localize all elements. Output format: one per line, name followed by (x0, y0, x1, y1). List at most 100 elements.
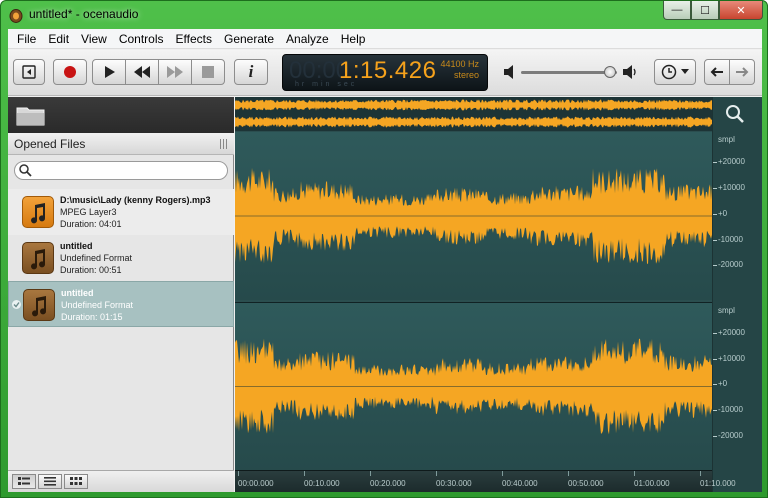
play-button[interactable] (92, 59, 126, 85)
sample-rate-display: 44100 Hz stereo (440, 59, 479, 81)
file-duration: Duration: 00:51 (60, 265, 122, 275)
folder-icon[interactable] (16, 104, 46, 126)
music-note-icon (22, 242, 54, 274)
timeline-tick (502, 471, 503, 476)
back-button[interactable] (704, 59, 730, 85)
menu-view[interactable]: View (75, 32, 113, 46)
timeline-label: 00:30.000 (436, 479, 472, 488)
file-format: Undefined Format (61, 300, 134, 310)
overview-strip (235, 116, 712, 128)
time-display: 00:00 1:15.426 hr min sec 44100 Hz stere… (282, 54, 488, 91)
menu-controls[interactable]: Controls (113, 32, 170, 46)
file-name: untitled (61, 288, 94, 298)
rewind-button[interactable] (125, 59, 159, 85)
volume-slider-knob[interactable] (604, 66, 617, 78)
music-note-icon (22, 196, 54, 228)
grid-view-button[interactable] (64, 474, 88, 489)
chevron-down-icon (681, 69, 689, 74)
scale-tick (713, 410, 717, 412)
opened-files-title: Opened Files (14, 137, 86, 151)
volume-slider[interactable] (521, 71, 617, 74)
menu-effects[interactable]: Effects (170, 32, 218, 46)
file-list-item-selected[interactable]: untitled Undefined Format Duration: 01:1… (8, 281, 234, 327)
waveform-editor[interactable]: smpl +20000 +10000 +0 -10000 -20000 smpl +2000… (235, 97, 762, 492)
clock-icon (661, 64, 677, 80)
file-list-item[interactable]: untitled Undefined Format Duration: 00:5… (8, 235, 234, 281)
timeline-tick (238, 471, 239, 476)
timeline-label: 00:20.000 (370, 479, 406, 488)
waveform-overview[interactable] (235, 97, 712, 131)
left-channel-waveform[interactable] (235, 132, 712, 300)
go-to-start-button[interactable] (13, 59, 45, 85)
right-channel-waveform[interactable] (235, 303, 712, 471)
scale-label: -20000 (718, 260, 743, 270)
scale-tick (713, 162, 717, 163)
play-icon (105, 66, 115, 78)
timeline-label: 00:00.000 (238, 479, 274, 488)
detail-view-button[interactable] (12, 474, 36, 489)
forward-button[interactable] (729, 59, 755, 85)
sample-rate-label: 44100 Hz (440, 59, 479, 69)
file-format: MPEG Layer3 (60, 207, 117, 217)
list-view-button[interactable] (38, 474, 62, 489)
close-button[interactable]: ✕ (719, 1, 763, 20)
scale-tick (713, 239, 717, 241)
record-icon (64, 66, 76, 78)
detail-view-icon (18, 477, 30, 485)
fast-forward-button[interactable] (158, 59, 192, 85)
arrow-right-icon (736, 67, 749, 77)
file-list-item[interactable]: D:\music\Lady (kenny Rogers).mp3 MPEG La… (8, 189, 234, 235)
file-name: D:\music\Lady (kenny Rogers).mp3 (60, 195, 211, 205)
timeline-tick (436, 471, 437, 476)
scale-tick (713, 384, 717, 386)
info-button[interactable]: i (234, 59, 268, 85)
scale-label: +10000 (718, 353, 745, 363)
history-dropdown-button[interactable] (654, 59, 696, 85)
menu-edit[interactable]: Edit (42, 32, 75, 46)
scale-label: +10000 (718, 182, 745, 192)
timeline-label: 00:40.000 (502, 479, 538, 488)
title-bar[interactable]: untitled* - ocenaudio — ☐ ✕ (1, 1, 768, 29)
app-window: untitled* - ocenaudio — ☐ ✕ File Edit Vi… (0, 0, 768, 498)
file-search-input[interactable] (14, 161, 228, 180)
scale-label: -10000 (718, 405, 743, 415)
menu-generate[interactable]: Generate (218, 32, 280, 46)
scale-label: +20000 (718, 328, 745, 337)
timeline-label: 00:50.000 (568, 479, 604, 488)
maximize-button[interactable]: ☐ (691, 1, 719, 20)
speaker-low-icon (504, 65, 513, 79)
speaker-high-icon (623, 65, 636, 79)
timeline-tick (700, 471, 701, 476)
amplitude-scale-panel: smpl +20000 +10000 +0 -10000 -20000 smpl +2000… (712, 97, 762, 492)
scale-tick (713, 265, 717, 267)
check-icon (12, 300, 21, 309)
scale-tick (713, 435, 717, 437)
zoom-magnifier-icon[interactable] (725, 104, 745, 124)
timeline-tick (304, 471, 305, 476)
overview-strip (235, 99, 712, 111)
menu-analyze[interactable]: Analyze (280, 32, 335, 46)
record-button[interactable] (53, 59, 87, 85)
stop-button[interactable] (191, 59, 225, 85)
timeline-label: 01:10.000 (700, 479, 736, 488)
toolbar: i 00:00 1:15.426 hr min sec 44100 Hz ste… (8, 50, 762, 96)
scale-tick (713, 213, 717, 215)
menu-file[interactable]: File (11, 32, 42, 46)
view-mode-bar (8, 470, 234, 492)
timeline-tick (370, 471, 371, 476)
window-title: untitled* - ocenaudio (29, 7, 139, 21)
panel-grip-icon[interactable] (220, 139, 228, 149)
scale-label: -20000 (718, 430, 743, 440)
scale-label: +0 (718, 379, 728, 389)
minimize-button[interactable]: — (663, 1, 691, 20)
opened-files-panel: Opened Files D:\music\Lady (kenny Rogers… (8, 97, 234, 492)
menu-help[interactable]: Help (335, 32, 372, 46)
stop-icon (202, 66, 214, 78)
timeline-ruler[interactable]: 00:00.000 00:10.000 00:20.000 00:30.000 00:4… (235, 470, 736, 492)
file-duration: Duration: 04:01 (60, 219, 122, 229)
file-format: Undefined Format (60, 253, 133, 263)
timeline-label: 00:10.000 (304, 479, 340, 488)
timeline-tick (568, 471, 569, 476)
channels-label: stereo (453, 70, 479, 80)
scale-tick (713, 187, 717, 189)
